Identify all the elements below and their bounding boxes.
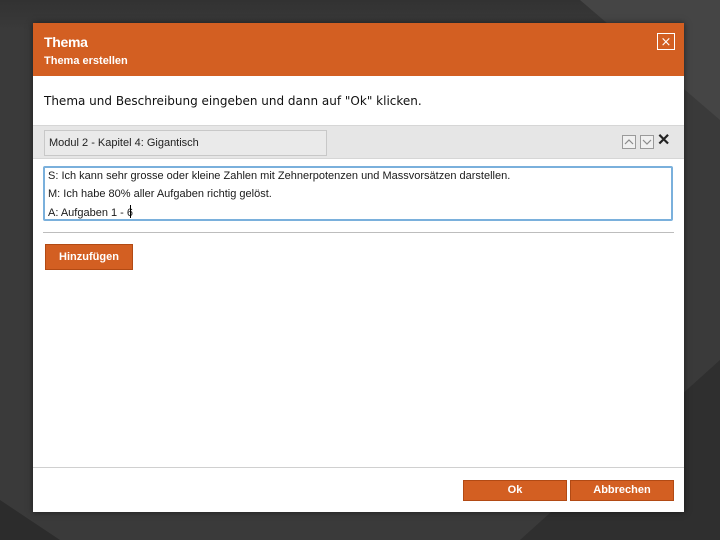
dialog-title: Thema bbox=[44, 34, 88, 50]
divider bbox=[43, 232, 674, 233]
create-topic-dialog: Thema Thema erstellen ⨯ Thema und Beschr… bbox=[33, 23, 684, 512]
add-button[interactable]: Hinzufügen bbox=[45, 244, 133, 270]
topic-row: ✕ bbox=[33, 125, 684, 159]
topic-name-input[interactable] bbox=[44, 130, 327, 156]
chevron-down-icon[interactable] bbox=[640, 135, 654, 149]
instruction-text: Thema und Beschreibung eingeben und dann… bbox=[44, 94, 422, 108]
dialog-header: Thema Thema erstellen ⨯ bbox=[33, 23, 684, 76]
description-line-m: M: Ich habe 80% aller Aufgaben richtig g… bbox=[48, 188, 272, 200]
chevron-up-icon[interactable] bbox=[622, 135, 636, 149]
remove-topic-icon[interactable]: ✕ bbox=[657, 132, 670, 150]
description-line-s: S: Ich kann sehr grosse oder kleine Zahl… bbox=[48, 170, 511, 182]
topic-description-textarea[interactable]: S: Ich kann sehr grosse oder kleine Zahl… bbox=[43, 166, 673, 221]
ok-button[interactable]: Ok bbox=[463, 480, 567, 501]
dialog-subtitle: Thema erstellen bbox=[44, 55, 128, 67]
description-line-a: A: Aufgaben 1 - 6 bbox=[48, 205, 668, 219]
text-caret bbox=[130, 205, 132, 218]
cancel-button[interactable]: Abbrechen bbox=[570, 480, 674, 501]
close-icon[interactable]: ⨯ bbox=[657, 33, 675, 50]
description-line-a-text: A: Aufgaben 1 - 6 bbox=[48, 207, 134, 219]
footer-divider bbox=[33, 467, 684, 468]
